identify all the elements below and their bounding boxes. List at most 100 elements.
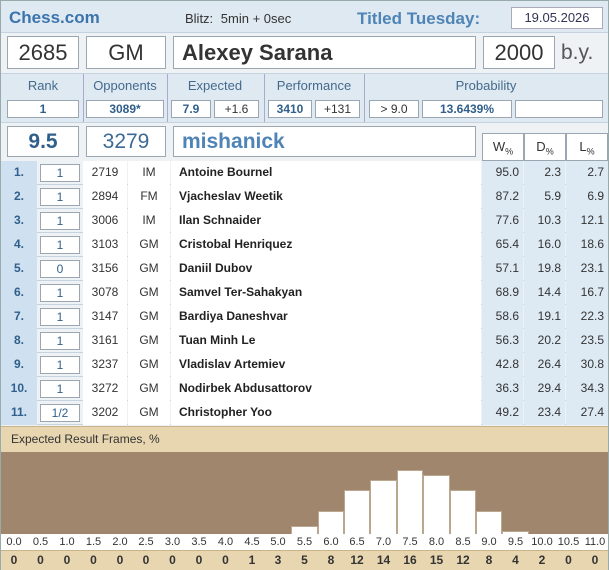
- opponent-name[interactable]: Vjacheslav Weetik: [171, 185, 481, 209]
- table-row[interactable]: 9. 1 3237 GM Vladislav Artemiev 42.8 26.4 30.8: [1, 353, 608, 377]
- opponent-name[interactable]: Vladislav Artemiev: [171, 353, 481, 377]
- loss-probability: 18.6: [566, 233, 608, 257]
- game-result[interactable]: 1: [40, 236, 80, 254]
- opponent-rating: 3272: [83, 377, 127, 401]
- loss-probability: 2.7: [566, 161, 608, 185]
- opponent-name[interactable]: Bardiya Daneshvar: [171, 305, 481, 329]
- draw-probability: 2.3: [524, 161, 565, 185]
- frame-x-label: 1.5: [85, 536, 102, 548]
- win-probability: 77.6: [482, 209, 523, 233]
- divider: [167, 74, 168, 122]
- site-logo[interactable]: Chess.com: [9, 8, 100, 28]
- opponent-name[interactable]: Daniil Dubov: [171, 257, 481, 281]
- draw-probability: 29.4: [524, 377, 565, 401]
- draw-probability: 5.9: [524, 185, 565, 209]
- round-number: 8.: [1, 329, 37, 353]
- table-row[interactable]: 4. 1 3103 GM Cristobal Henriquez 65.4 16.0 18.6: [1, 233, 608, 257]
- frame-x-label: 2.5: [138, 536, 154, 548]
- divider: [364, 74, 365, 122]
- performance-rating: 3410: [268, 100, 312, 118]
- win-probability: 68.9: [482, 281, 523, 305]
- date-field[interactable]: 19.05.2026: [511, 7, 603, 29]
- probability-extra: [515, 100, 603, 118]
- game-result[interactable]: 1: [40, 212, 80, 230]
- frame-x-label: 6.0: [323, 536, 339, 548]
- loss-column-header: L%: [566, 133, 608, 161]
- game-result[interactable]: 1: [40, 284, 80, 302]
- frame-count: 0: [169, 553, 176, 567]
- frame-x-label: 9.0: [481, 536, 497, 548]
- draw-probability: 16.0: [524, 233, 565, 257]
- round-number: 3.: [1, 209, 37, 233]
- game-result[interactable]: 1: [40, 308, 80, 326]
- frame-count: 8: [327, 553, 335, 567]
- time-control-value: 5min + 0sec: [220, 11, 292, 26]
- draw-probability: 14.4: [524, 281, 565, 305]
- frames-x-axis: 0.0 0.5 1.0 1.5 2.0 2.5 3.0 3.5 4.0 4.5 5.0 5.5 6.0 6…: [1, 534, 608, 550]
- loss-probability: 6.9: [566, 185, 608, 209]
- opponent-name[interactable]: Samvel Ter-Sahakyan: [171, 281, 481, 305]
- game-result[interactable]: 1: [40, 332, 80, 350]
- opponent-name[interactable]: Nodirbek Abdusattorov: [171, 377, 481, 401]
- table-row[interactable]: 10. 1 3272 GM Nodirbek Abdusattorov 36.3 29.4 3…: [1, 377, 608, 401]
- frame-x-label: 4.5: [244, 536, 260, 548]
- frame-x-label: 7.5: [402, 536, 418, 548]
- frame-count: 0: [63, 553, 71, 567]
- round-number: 1.: [1, 161, 37, 185]
- frame-x-label: 6.5: [349, 536, 365, 548]
- opponent-rating: 3202: [83, 401, 127, 425]
- win-probability: 36.3: [482, 377, 523, 401]
- frame-x-label: 1.0: [59, 536, 75, 548]
- loss-probability: 23.1: [566, 257, 608, 281]
- username-link[interactable]: mishanick: [173, 126, 476, 157]
- opponent-name[interactable]: Tuan Minh Le: [171, 329, 481, 353]
- round-number: 7.: [1, 305, 37, 329]
- game-result[interactable]: 1: [40, 356, 80, 374]
- opponent-title: GM: [128, 377, 170, 401]
- game-result[interactable]: 0: [40, 260, 80, 278]
- frame-x-label: 0.5: [32, 536, 49, 548]
- win-probability: 87.2: [482, 185, 523, 209]
- draw-probability: 19.8: [524, 257, 565, 281]
- table-row[interactable]: 3. 1 3006 IM Ilan Schnaider 77.6 10.3 12.1: [1, 209, 608, 233]
- game-result[interactable]: 1: [40, 380, 80, 398]
- opponent-title: GM: [128, 257, 170, 281]
- opponent-name[interactable]: Antoine Bournel: [171, 161, 481, 185]
- frame-x-label: 5.0: [270, 536, 286, 548]
- frames-title: Expected Result Frames, %: [1, 426, 608, 452]
- frame-x-label: 11.0: [584, 536, 606, 548]
- table-row[interactable]: 7. 1 3147 GM Bardiya Daneshvar 58.6 19.1 22.3: [1, 305, 608, 329]
- table-row[interactable]: 6. 1 3078 GM Samvel Ter-Sahakyan 68.9 14.4 16.7: [1, 281, 608, 305]
- frame-x-label: 7.0: [375, 536, 392, 548]
- table-row[interactable]: 11. 1/2 3202 GM Christopher Yoo 49.2 23.4 27.4: [1, 401, 608, 425]
- opponents-average: 3089*: [86, 100, 164, 118]
- opponent-title: GM: [128, 305, 170, 329]
- opponent-name[interactable]: Cristobal Henriquez: [171, 233, 481, 257]
- probability-label: Probability: [455, 78, 517, 93]
- opponent-name[interactable]: Christopher Yoo: [171, 401, 481, 425]
- rank-value: 1: [7, 100, 79, 118]
- divider: [83, 74, 84, 122]
- opponent-name[interactable]: Ilan Schnaider: [171, 209, 481, 233]
- win-probability: 57.1: [482, 257, 523, 281]
- table-row[interactable]: 2. 1 2894 FM Vjacheslav Weetik 87.2 5.9 6.9: [1, 185, 608, 209]
- draw-probability: 20.2: [524, 329, 565, 353]
- loss-probability: 22.3: [566, 305, 608, 329]
- draw-column-header: D%: [524, 133, 566, 161]
- game-result[interactable]: 1: [40, 164, 80, 182]
- game-result[interactable]: 1: [40, 188, 80, 206]
- frame-count: 0: [90, 553, 97, 567]
- frame-count: 12: [456, 553, 470, 567]
- round-number: 4.: [1, 233, 37, 257]
- opponent-rating: 3006: [83, 209, 127, 233]
- game-result[interactable]: 1/2: [40, 404, 80, 422]
- expected-label: Expected: [187, 78, 243, 93]
- frame-count: 0: [116, 553, 124, 567]
- opponent-rating: 2719: [83, 161, 127, 185]
- table-row[interactable]: 5. 0 3156 GM Daniil Dubov 57.1 19.8 23.1: [1, 257, 608, 281]
- frame-count: 5: [301, 553, 308, 567]
- table-row[interactable]: 1. 1 2719 IM Antoine Bournel 95.0 2.3 2.7: [1, 161, 608, 185]
- opponent-rating: 3078: [83, 281, 127, 305]
- loss-probability: 30.8: [566, 353, 608, 377]
- table-row[interactable]: 8. 1 3161 GM Tuan Minh Le 56.3 20.2 23.5: [1, 329, 608, 353]
